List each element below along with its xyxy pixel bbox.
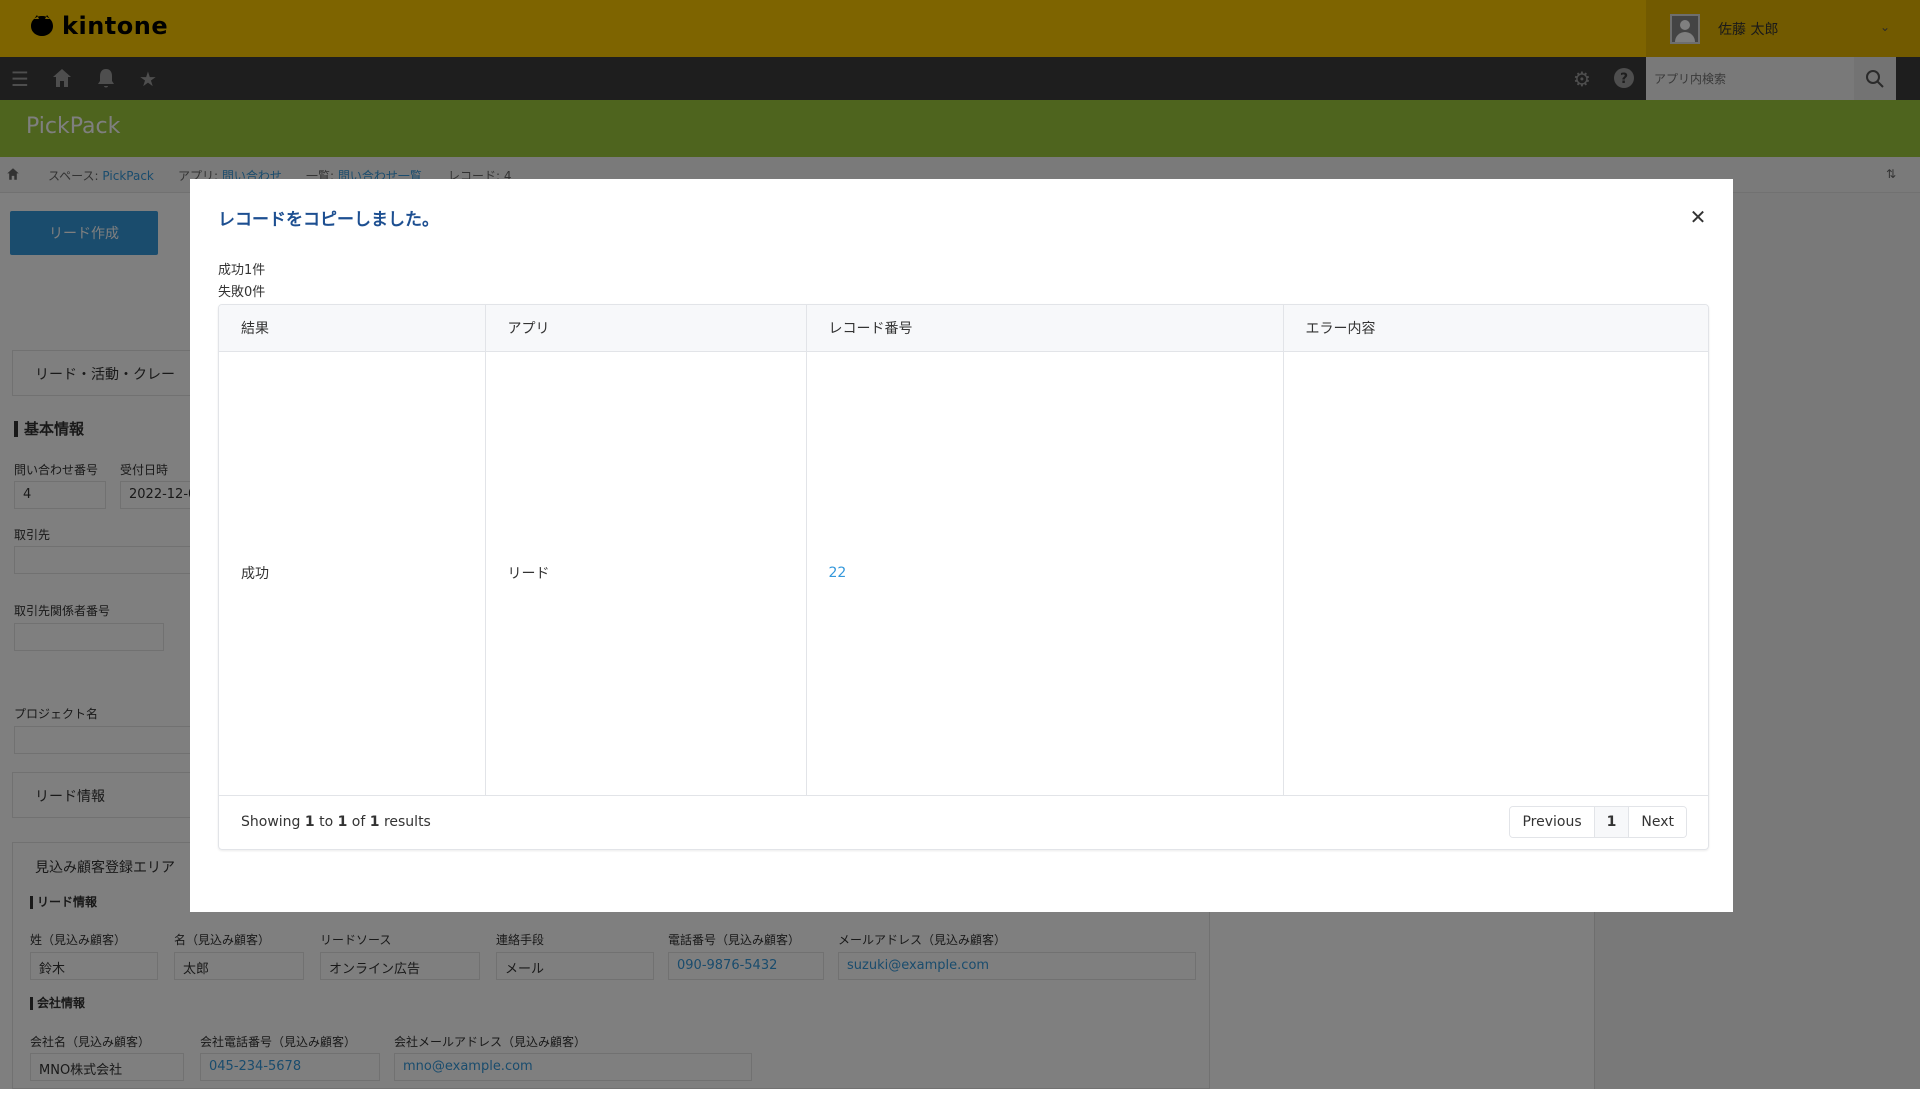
column-header-result: 結果 bbox=[219, 305, 486, 352]
cell-record-no: 22 bbox=[806, 351, 1284, 796]
summary-of-word: of bbox=[347, 814, 370, 830]
summary-to: 1 bbox=[337, 814, 348, 830]
copy-result-dialog: レコードをコピーしました。 ✕ 成功1件 失敗0件 結果 アプリ レコード番号 … bbox=[190, 179, 1733, 912]
pagination: Previous 1 Next bbox=[1509, 806, 1687, 838]
page-1-button[interactable]: 1 bbox=[1593, 807, 1630, 837]
dialog-title: レコードをコピーしました。 bbox=[218, 210, 439, 230]
bottom-strip bbox=[0, 1089, 1920, 1113]
summary-total: 1 bbox=[369, 814, 380, 830]
results-summary: Showing 1 to 1 of 1 results bbox=[241, 814, 431, 830]
cell-result: 成功 bbox=[219, 351, 486, 796]
result-table: 結果 アプリ レコード番号 エラー内容 成功 リード 22 Showing 1 … bbox=[218, 304, 1709, 850]
table-row: 成功 リード 22 bbox=[219, 351, 1708, 796]
summary-results-word: results bbox=[379, 814, 431, 830]
summary-to-word: to bbox=[314, 814, 338, 830]
failure-count: 失敗0件 bbox=[218, 285, 266, 300]
next-button[interactable]: Next bbox=[1629, 807, 1686, 837]
summary-from: 1 bbox=[304, 814, 315, 830]
summary-prefix: Showing bbox=[241, 814, 305, 830]
table-footer: Showing 1 to 1 of 1 results Previous 1 N… bbox=[219, 795, 1708, 849]
success-count: 成功1件 bbox=[218, 263, 266, 278]
column-header-error: エラー内容 bbox=[1283, 305, 1708, 352]
cell-error bbox=[1283, 351, 1708, 796]
record-link[interactable]: 22 bbox=[829, 565, 847, 581]
cell-app: リード bbox=[485, 351, 807, 796]
column-header-record-no: レコード番号 bbox=[806, 305, 1284, 352]
table-header-row: 結果 アプリ レコード番号 エラー内容 bbox=[219, 305, 1708, 352]
close-icon[interactable]: ✕ bbox=[1686, 205, 1710, 229]
column-header-app: アプリ bbox=[485, 305, 807, 352]
previous-button[interactable]: Previous bbox=[1510, 807, 1594, 837]
